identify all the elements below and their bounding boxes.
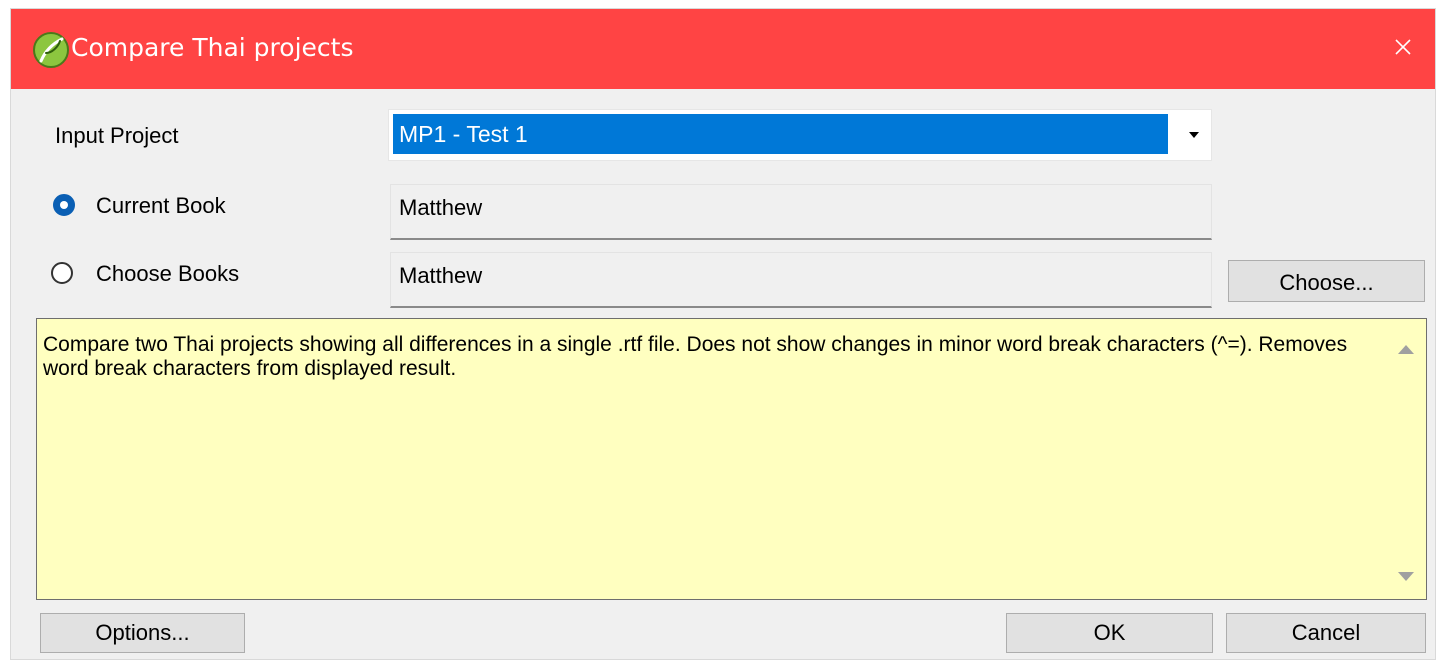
options-button[interactable]: Options...: [40, 613, 245, 653]
ok-button[interactable]: OK: [1006, 613, 1213, 653]
choose-books-field: Matthew: [390, 252, 1212, 308]
description-panel: Compare two Thai projects showing all di…: [36, 318, 1427, 600]
chevron-down-icon[interactable]: [1189, 132, 1199, 138]
choose-books-label[interactable]: Choose Books: [96, 261, 239, 287]
scroll-up-arrow[interactable]: [1398, 345, 1414, 354]
choose-button[interactable]: Choose...: [1228, 260, 1425, 302]
leaf-app-icon: [33, 32, 69, 68]
input-project-label: Input Project: [55, 123, 179, 148]
current-book-label[interactable]: Current Book: [96, 193, 226, 219]
current-book-radio[interactable]: [53, 194, 75, 216]
window-title: Compare Thai projects: [71, 33, 354, 62]
current-book-field: Matthew: [390, 184, 1212, 240]
title-bar: Compare Thai projects: [11, 9, 1435, 89]
scroll-down-arrow[interactable]: [1398, 572, 1414, 581]
close-icon[interactable]: [1385, 29, 1421, 65]
input-project-selected-value: MP1 - Test 1: [393, 114, 1168, 154]
description-text: Compare two Thai projects showing all di…: [43, 333, 1348, 380]
choose-books-radio[interactable]: [51, 262, 73, 284]
dialog-window: Compare Thai projects Input Project MP1 …: [10, 8, 1436, 660]
input-project-dropdown[interactable]: MP1 - Test 1: [388, 109, 1212, 161]
cancel-button[interactable]: Cancel: [1226, 613, 1426, 653]
